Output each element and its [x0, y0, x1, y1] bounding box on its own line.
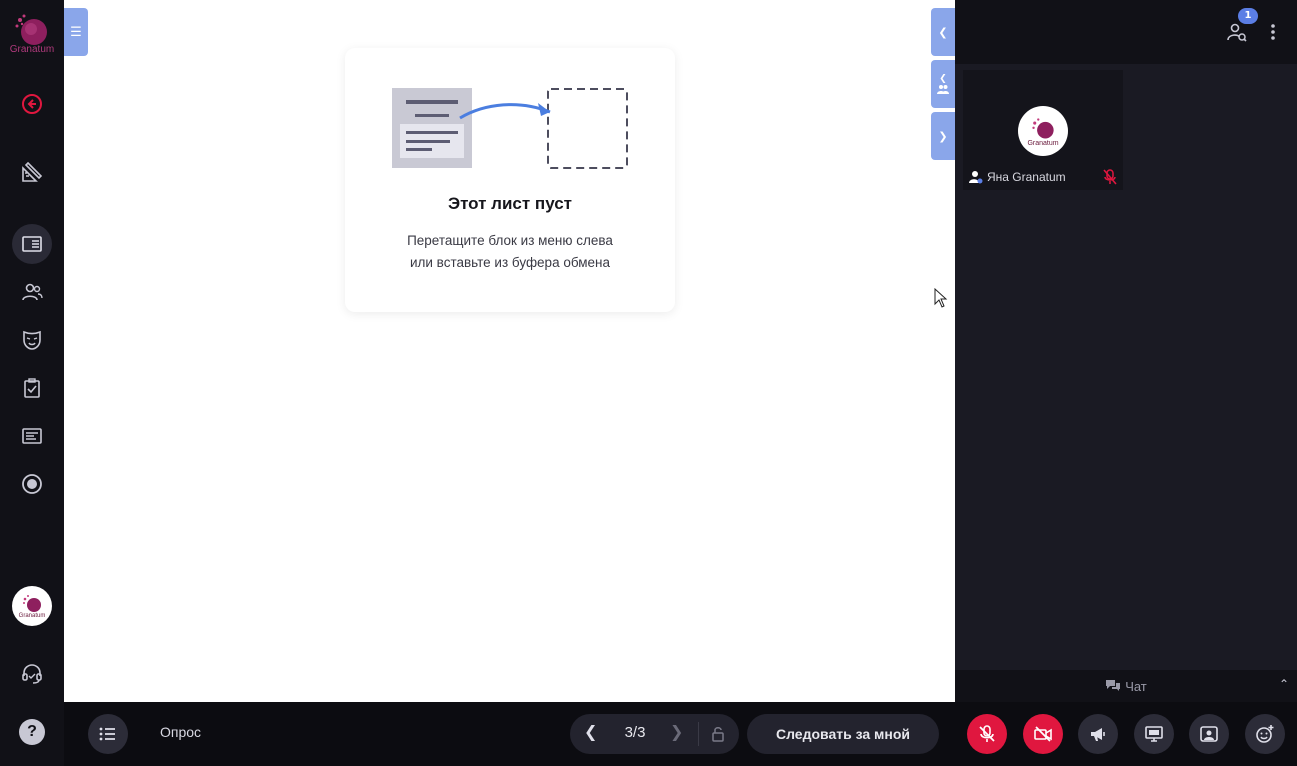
participants-count-badge: 1 — [1238, 8, 1258, 24]
mask-button[interactable] — [12, 320, 52, 360]
mic-off-icon — [1103, 169, 1117, 185]
mic-off-icon — [979, 725, 995, 742]
chevron-left-icon: ❮ — [938, 25, 948, 39]
presenter-view-button[interactable] — [1189, 714, 1229, 754]
chat-label: Чат — [1125, 678, 1147, 694]
hamburger-icon: ☰ — [70, 24, 82, 40]
participant-avatar: Granatum — [1018, 106, 1068, 156]
help-icon: ? — [19, 719, 45, 745]
avatar-text: Granatum — [1027, 139, 1059, 147]
left-sidebar: Granatum Granatum ? — [0, 0, 64, 766]
users-icon — [937, 85, 949, 94]
expand-panel-tab[interactable]: ❯ — [931, 112, 955, 160]
back-button[interactable] — [12, 84, 52, 124]
users-icon — [22, 283, 43, 301]
clipboard-check-icon — [24, 378, 40, 398]
participants-button[interactable] — [12, 272, 52, 312]
board-list-icon — [22, 236, 42, 252]
empty-desc-line1: Перетащите блок из меню слева — [407, 233, 613, 248]
lock-icon[interactable] — [711, 726, 725, 742]
reactions-button[interactable] — [1245, 714, 1285, 754]
text-block-icon — [22, 428, 42, 444]
empty-illustration — [392, 88, 628, 169]
toggle-camera-button[interactable] — [1023, 714, 1063, 754]
content-button[interactable] — [12, 416, 52, 456]
board-button[interactable] — [12, 224, 52, 264]
more-options-icon[interactable] — [1270, 23, 1276, 41]
participants-panel-tab[interactable]: ❮ — [931, 60, 955, 108]
record-button[interactable] — [12, 464, 52, 504]
empty-sheet-card: Этот лист пуст Перетащите блок из меню с… — [345, 48, 675, 312]
sheets-list-button[interactable] — [88, 714, 128, 754]
presenter-icon — [1200, 726, 1218, 742]
sheet-pager: ❮ 3/3 ❯ — [570, 714, 739, 754]
empty-description: Перетащите блок из меню слева или вставь… — [375, 230, 645, 274]
follow-me-button[interactable]: Следовать за мной — [747, 714, 939, 754]
megaphone-icon — [1091, 728, 1105, 741]
list-icon — [99, 727, 115, 741]
record-icon — [22, 474, 42, 494]
user-avatar[interactable]: Granatum — [12, 586, 52, 626]
granatum-logo[interactable] — [0, 8, 64, 64]
toggle-mic-button[interactable] — [967, 714, 1007, 754]
participant-name: Яна Granatum — [987, 170, 1066, 184]
user-role-icon — [969, 171, 983, 184]
chat-toggle-bar[interactable]: Чат ⌃ — [955, 670, 1297, 702]
chat-icon — [1106, 680, 1121, 691]
chevron-left-icon: ❮ — [939, 74, 947, 84]
toggle-blocks-panel[interactable]: ☰ — [64, 8, 88, 56]
tools-button[interactable] — [12, 152, 52, 192]
pomegranate-icon — [1032, 117, 1054, 138]
announce-button[interactable] — [1078, 714, 1118, 754]
participant-tile[interactable]: Granatum Яна Granatum — [963, 70, 1123, 190]
chevron-right-icon: ❯ — [938, 129, 948, 143]
tasks-button[interactable] — [12, 368, 52, 408]
app-root: Granatum Granatum ? ☰ Этот лист пуст Пер… — [0, 0, 1297, 766]
logo-text: Granatum — [9, 44, 55, 55]
pomegranate-icon — [23, 595, 41, 612]
collapse-panel-tab[interactable]: ❮ — [931, 8, 955, 56]
mouse-cursor-icon — [934, 288, 948, 308]
user-search-icon[interactable] — [1227, 22, 1247, 42]
monitor-icon — [1145, 726, 1163, 742]
chevron-up-icon[interactable]: ⌃ — [1279, 677, 1289, 691]
support-button[interactable] — [12, 654, 52, 694]
help-button[interactable]: ? — [12, 712, 52, 752]
camera-off-icon — [1034, 726, 1052, 742]
headset-icon — [22, 664, 42, 684]
add-emoji-icon — [1256, 725, 1274, 743]
empty-desc-line2: или вставьте из буфера обмена — [409, 255, 611, 270]
next-sheet-button[interactable]: ❯ — [670, 722, 683, 741]
pager-divider — [698, 722, 699, 746]
current-sheet-title: Опрос — [160, 724, 202, 740]
ruler-pencil-icon — [22, 161, 43, 182]
arrow-left-circle-icon — [22, 94, 42, 114]
mask-icon — [23, 330, 41, 350]
empty-title: Этот лист пуст — [447, 194, 573, 213]
page-indicator: 3/3 — [624, 724, 646, 741]
avatar-text: Granatum — [18, 613, 46, 619]
screen-share-button[interactable] — [1134, 714, 1174, 754]
prev-sheet-button[interactable]: ❮ — [584, 722, 597, 741]
